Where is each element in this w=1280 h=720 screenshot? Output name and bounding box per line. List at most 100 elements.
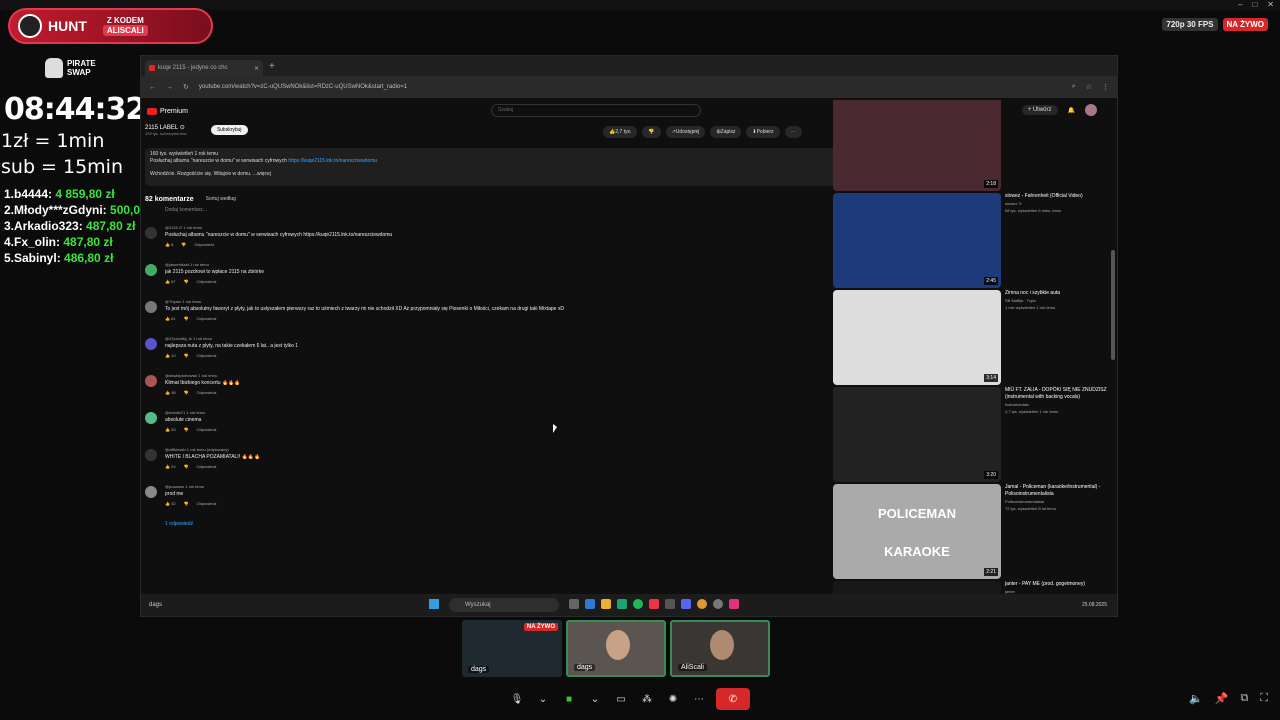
channel-name[interactable]: 2115 LABEL ⊙ bbox=[145, 124, 187, 131]
share-button[interactable]: ↗ Udostępnij bbox=[665, 126, 706, 138]
participant-tile[interactable]: AliScali bbox=[670, 620, 770, 677]
reply-button[interactable]: Odpowiedz bbox=[197, 279, 217, 284]
comment-author[interactable]: @pusanos 1 rok temu bbox=[165, 484, 815, 489]
screen-share-icon[interactable]: ▭ bbox=[612, 690, 630, 708]
dislike-button[interactable]: 👎 bbox=[642, 126, 661, 138]
discord-icon[interactable] bbox=[681, 599, 691, 609]
video-channel[interactable]: Polisoinstrumentalista bbox=[1005, 498, 1110, 505]
chrome-icon[interactable] bbox=[697, 599, 707, 609]
recommended-video[interactable]: 3:20 MIÜ FT. ZALIA - DOPÓKI SIĘ NIE ZNUDZ… bbox=[833, 387, 1113, 484]
comment-avatar[interactable] bbox=[145, 375, 157, 387]
like-icon[interactable]: 👍 32 bbox=[165, 501, 176, 506]
dislike-icon[interactable]: 👎 bbox=[184, 501, 189, 506]
like-icon[interactable]: 👍 38 bbox=[165, 390, 176, 395]
explorer-icon[interactable] bbox=[601, 599, 611, 609]
close-tab-icon[interactable]: ✕ bbox=[254, 65, 259, 72]
like-button[interactable]: 👍 2,7 tys. bbox=[603, 126, 638, 138]
bookmark-star-icon[interactable]: ☆ bbox=[1086, 83, 1092, 91]
video-thumbnail[interactable]: 3:20 bbox=[833, 387, 1001, 482]
maximize-icon[interactable]: □ bbox=[1252, 0, 1257, 9]
video-title[interactable]: slowez - Fahrenheit (Official Video) bbox=[1005, 193, 1110, 200]
dislike-icon[interactable]: 👎 bbox=[184, 427, 189, 432]
spotify-icon[interactable] bbox=[633, 599, 643, 609]
new-tab-icon[interactable]: + bbox=[269, 61, 275, 72]
video-thumbnail[interactable]: 3:14 bbox=[833, 290, 1001, 385]
close-icon[interactable]: ✕ bbox=[1267, 0, 1274, 9]
video-thumbnail[interactable]: 2:18 bbox=[833, 100, 1001, 191]
brave-icon[interactable] bbox=[649, 599, 659, 609]
more-icon[interactable]: ⋯ bbox=[690, 690, 708, 708]
video-thumbnail[interactable]: POLICEMAN KARAOKE 2:21 bbox=[833, 484, 1001, 579]
video-channel[interactable]: Instrumentals bbox=[1005, 401, 1110, 408]
comment-author[interactable]: @ziffkinsah 1 rok temu (edytowany) bbox=[165, 447, 815, 452]
end-call-button[interactable]: ✆ bbox=[716, 688, 750, 710]
windows-start-icon[interactable] bbox=[429, 599, 439, 609]
dislike-icon[interactable]: 👎 bbox=[184, 316, 189, 321]
dislike-icon[interactable]: 👎 bbox=[184, 464, 189, 469]
save-button[interactable]: ⊞ Zapisz bbox=[710, 126, 742, 138]
reply-button[interactable]: Odpowiedz bbox=[197, 501, 217, 506]
back-icon[interactable]: ← bbox=[149, 84, 156, 91]
comment-avatar[interactable] bbox=[145, 264, 157, 276]
store-icon[interactable] bbox=[585, 599, 595, 609]
recommended-video[interactable]: POLICEMAN KARAOKE 2:21 Jamal - Policeman (k… bbox=[833, 484, 1113, 581]
reply-button[interactable]: Odpowiedz bbox=[197, 427, 217, 432]
obs-icon[interactable] bbox=[713, 599, 723, 609]
recommended-video[interactable]: 2:45 slowez - Fahrenheit (Official Video)… bbox=[833, 193, 1113, 290]
task-view-icon[interactable] bbox=[569, 599, 579, 609]
apps-icon[interactable]: ⁂ bbox=[638, 690, 656, 708]
comment-avatar[interactable] bbox=[145, 449, 157, 461]
video-title[interactable]: Jamal - Policeman (karaoke/instrumental)… bbox=[1005, 484, 1110, 498]
recommended-video[interactable]: 2:18 bbox=[833, 100, 1113, 193]
video-title[interactable]: Zimna noc i szybkie auta bbox=[1005, 290, 1110, 297]
youtube-logo-icon[interactable] bbox=[147, 107, 157, 115]
like-icon[interactable]: 👍 33 bbox=[165, 427, 176, 432]
page-scrollbar[interactable] bbox=[1111, 250, 1115, 360]
dislike-icon[interactable]: 👎 bbox=[184, 390, 189, 395]
participant-tile[interactable]: NA ŻYWO dags bbox=[462, 620, 562, 677]
video-title[interactable]: MIÜ FT. ZALIA - DOPÓKI SIĘ NIE ZNUDZISZ … bbox=[1005, 387, 1110, 401]
comment-avatar[interactable] bbox=[145, 227, 157, 239]
sort-button[interactable]: Sortuj według bbox=[206, 196, 236, 203]
like-icon[interactable]: 👍 67 bbox=[165, 279, 176, 284]
dislike-icon[interactable]: 👎 bbox=[181, 242, 186, 247]
video-thumbnail[interactable]: 2:45 bbox=[833, 193, 1001, 288]
like-icon[interactable]: 👍 24 bbox=[165, 464, 176, 469]
comment-avatar[interactable] bbox=[145, 486, 157, 498]
reply-button[interactable]: Odpowiedz bbox=[194, 242, 214, 247]
desc-link[interactable]: https://kuqe2115.lnk.to/nareszciewdomu bbox=[288, 158, 377, 164]
like-icon[interactable]: 👍 81 bbox=[165, 316, 176, 321]
camera-icon[interactable]: ■ bbox=[560, 690, 578, 708]
url-field[interactable]: youtube.com/watch?v=zC-uQUSwNOk&list=RDz… bbox=[199, 84, 1062, 90]
comment-author[interactable]: @47proofity_tc 1 rok temu bbox=[165, 336, 815, 341]
video-title[interactable]: janter - PAY ME (prod. gogetmoney) bbox=[1005, 581, 1110, 588]
dislike-icon[interactable]: 👎 bbox=[184, 353, 189, 358]
reload-icon[interactable]: ↻ bbox=[183, 83, 189, 91]
comment-avatar[interactable] bbox=[145, 301, 157, 313]
add-comment-input[interactable]: Dodaj komentarz... bbox=[165, 207, 845, 213]
app-icon[interactable] bbox=[665, 599, 675, 609]
reply-button[interactable]: Odpowiedz bbox=[197, 353, 217, 358]
reply-button[interactable]: Odpowiedz bbox=[197, 390, 217, 395]
pin-icon[interactable]: 📌 bbox=[1215, 692, 1229, 705]
download-button[interactable]: ⬇ Pobierz bbox=[746, 126, 780, 138]
volume-icon[interactable]: 🔈 bbox=[1189, 692, 1203, 705]
recommended-video[interactable]: 3:14 Zimna noc i szybkie auta SB Maffija ·… bbox=[833, 290, 1113, 387]
like-icon[interactable]: 👍 10 bbox=[165, 353, 176, 358]
edge-icon[interactable] bbox=[617, 599, 627, 609]
microphone-icon[interactable]: 🎙 bbox=[508, 690, 526, 708]
video-channel[interactable]: slowez ⊙ bbox=[1005, 200, 1110, 207]
video-description[interactable]: 160 tys. wyświetleń 1 rok temu Posłuchaj… bbox=[145, 148, 845, 186]
comment-author[interactable]: @jasnehlkskt 1 rok temu bbox=[165, 262, 815, 267]
comment-avatar[interactable] bbox=[145, 338, 157, 350]
tiktok-icon[interactable] bbox=[729, 599, 739, 609]
activity-icon[interactable]: ✺ bbox=[664, 690, 682, 708]
more-actions-icon[interactable]: ⋯ bbox=[784, 126, 802, 138]
replies-toggle[interactable]: 1 odpowiedź bbox=[165, 521, 845, 527]
comment-author[interactable]: @mantis71 1 rok temu bbox=[165, 410, 815, 415]
taskbar-search[interactable]: Wyszukaj bbox=[449, 598, 559, 612]
fullscreen-icon[interactable]: ⛶ bbox=[1260, 692, 1268, 705]
comment-avatar[interactable] bbox=[145, 412, 157, 424]
chevron-down-icon[interactable]: ⌄ bbox=[586, 690, 604, 708]
reply-button[interactable]: Odpowiedz bbox=[197, 464, 217, 469]
